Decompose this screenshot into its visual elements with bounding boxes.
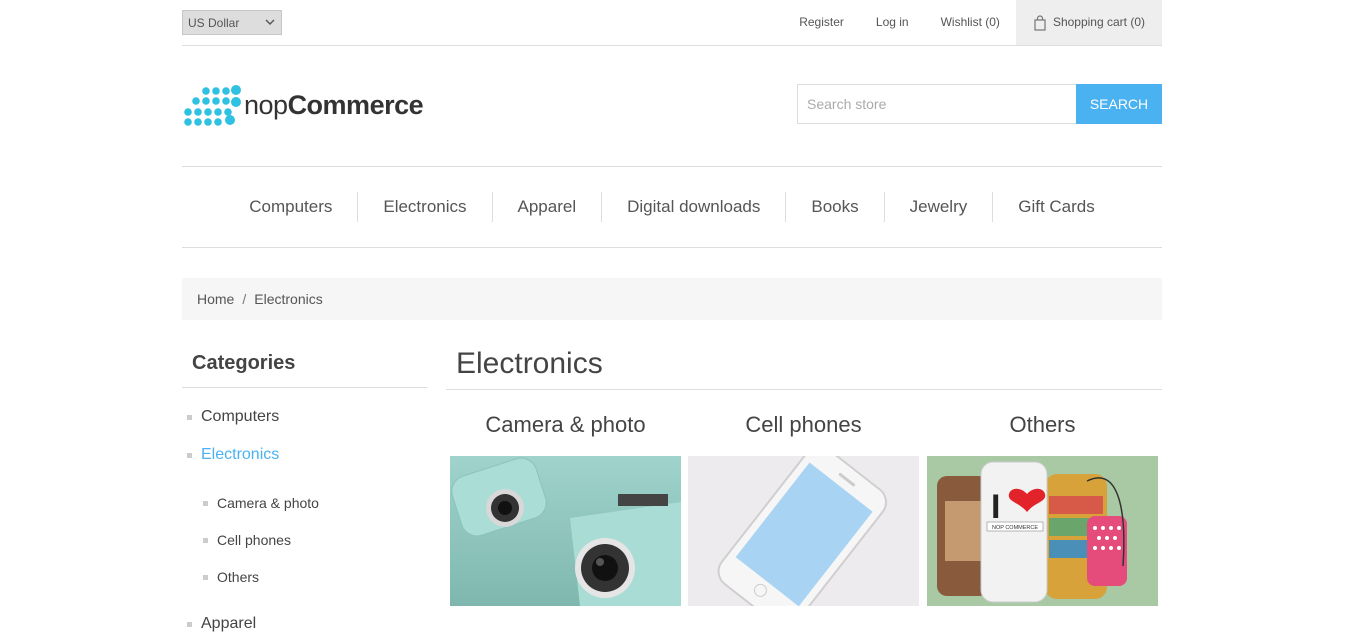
logo-text: nopCommerce	[244, 89, 424, 121]
sidebar-subitem-label: Camera & photo	[217, 495, 319, 511]
chevron-down-icon	[265, 19, 275, 25]
menu-item-digital-downloads[interactable]: Digital downloads	[601, 192, 785, 222]
menu-item-apparel[interactable]: Apparel	[491, 192, 602, 222]
subcategory-camera-photo[interactable]: Camera & photo	[450, 412, 681, 606]
breadcrumb: Home / Electronics	[182, 278, 1162, 320]
sidebar-item-label: Electronics	[201, 446, 280, 463]
search-button[interactable]: SEARCH	[1076, 84, 1162, 124]
sidebar-item-label: Computers	[201, 408, 280, 425]
list-bullet	[187, 415, 192, 420]
menu-item-electronics[interactable]: Electronics	[357, 192, 491, 222]
subcategory-title[interactable]: Others	[927, 412, 1158, 456]
subcategory-title[interactable]: Camera & photo	[450, 412, 681, 456]
login-link[interactable]: Log in	[860, 0, 925, 45]
case-text: NOP COMMERCE	[992, 525, 1038, 531]
others-image[interactable]: I NOP COMMERCE	[927, 456, 1158, 606]
sidebar-subitem-camera-photo[interactable]: Camera & photo	[203, 495, 319, 511]
list-bullet	[203, 538, 208, 543]
subcategory-others[interactable]: Others I NOP COMMERCE	[927, 412, 1158, 606]
breadcrumb-separator: /	[242, 291, 247, 307]
wishlist-link[interactable]: Wishlist (0)	[925, 0, 1016, 45]
menu-item-computers[interactable]: Computers	[224, 192, 357, 222]
list-bullet	[187, 622, 192, 627]
case-letter: I	[991, 488, 1000, 526]
sidebar-subitem-label: Cell phones	[217, 532, 291, 548]
search-input[interactable]	[797, 84, 1076, 124]
list-bullet	[187, 453, 192, 458]
sidebar-subitem-cell-phones[interactable]: Cell phones	[203, 532, 291, 548]
breadcrumb-current: Electronics	[254, 291, 323, 307]
currency-select[interactable]: US Dollar	[182, 10, 282, 35]
menu-item-books[interactable]: Books	[785, 192, 883, 222]
menu-item-jewelry[interactable]: Jewelry	[883, 192, 993, 222]
sidebar-item-computers[interactable]: Computers	[187, 408, 280, 426]
sidebar-subitem-label: Others	[217, 569, 260, 585]
cell-phones-image[interactable]	[688, 456, 919, 606]
shopping-cart-label: Shopping cart (0)	[1052, 15, 1145, 29]
logo-dots-icon	[184, 85, 241, 126]
camera-photo-image[interactable]	[450, 456, 681, 606]
subcategory-title[interactable]: Cell phones	[688, 412, 919, 456]
logo-text-prefix: nop	[244, 89, 288, 120]
page-title: Electronics	[446, 340, 1162, 390]
sidebar-item-apparel[interactable]: Apparel	[187, 615, 257, 633]
list-bullet	[203, 501, 208, 506]
shopping-cart-link[interactable]: Shopping cart (0)	[1015, 0, 1162, 45]
sidebar-item-electronics[interactable]: Electronics	[187, 446, 280, 464]
sidebar-item-label: Apparel	[201, 615, 257, 632]
breadcrumb-home[interactable]: Home	[197, 291, 234, 307]
currency-value: US Dollar	[188, 16, 240, 30]
menu-item-gift-cards[interactable]: Gift Cards	[992, 192, 1120, 222]
categories-block: Categories	[182, 340, 427, 388]
header-links-bar: US Dollar Register Log in Wishlist (0) S…	[182, 0, 1162, 46]
categories-title: Categories	[182, 340, 427, 388]
list-bullet	[203, 575, 208, 580]
search-box: SEARCH	[797, 84, 1162, 124]
store-logo[interactable]: nopCommerce	[182, 82, 424, 128]
header-links: Register Log in Wishlist (0) Shopping ca…	[783, 0, 1162, 45]
register-link[interactable]: Register	[783, 0, 860, 45]
top-menu: Computers Electronics Apparel Digital do…	[182, 166, 1162, 248]
sidebar-subitem-others[interactable]: Others	[203, 569, 260, 585]
logo-text-bold: Commerce	[287, 89, 424, 120]
shopping-bag-icon	[1034, 14, 1046, 31]
subcategory-cell-phones[interactable]: Cell phones	[688, 412, 919, 606]
